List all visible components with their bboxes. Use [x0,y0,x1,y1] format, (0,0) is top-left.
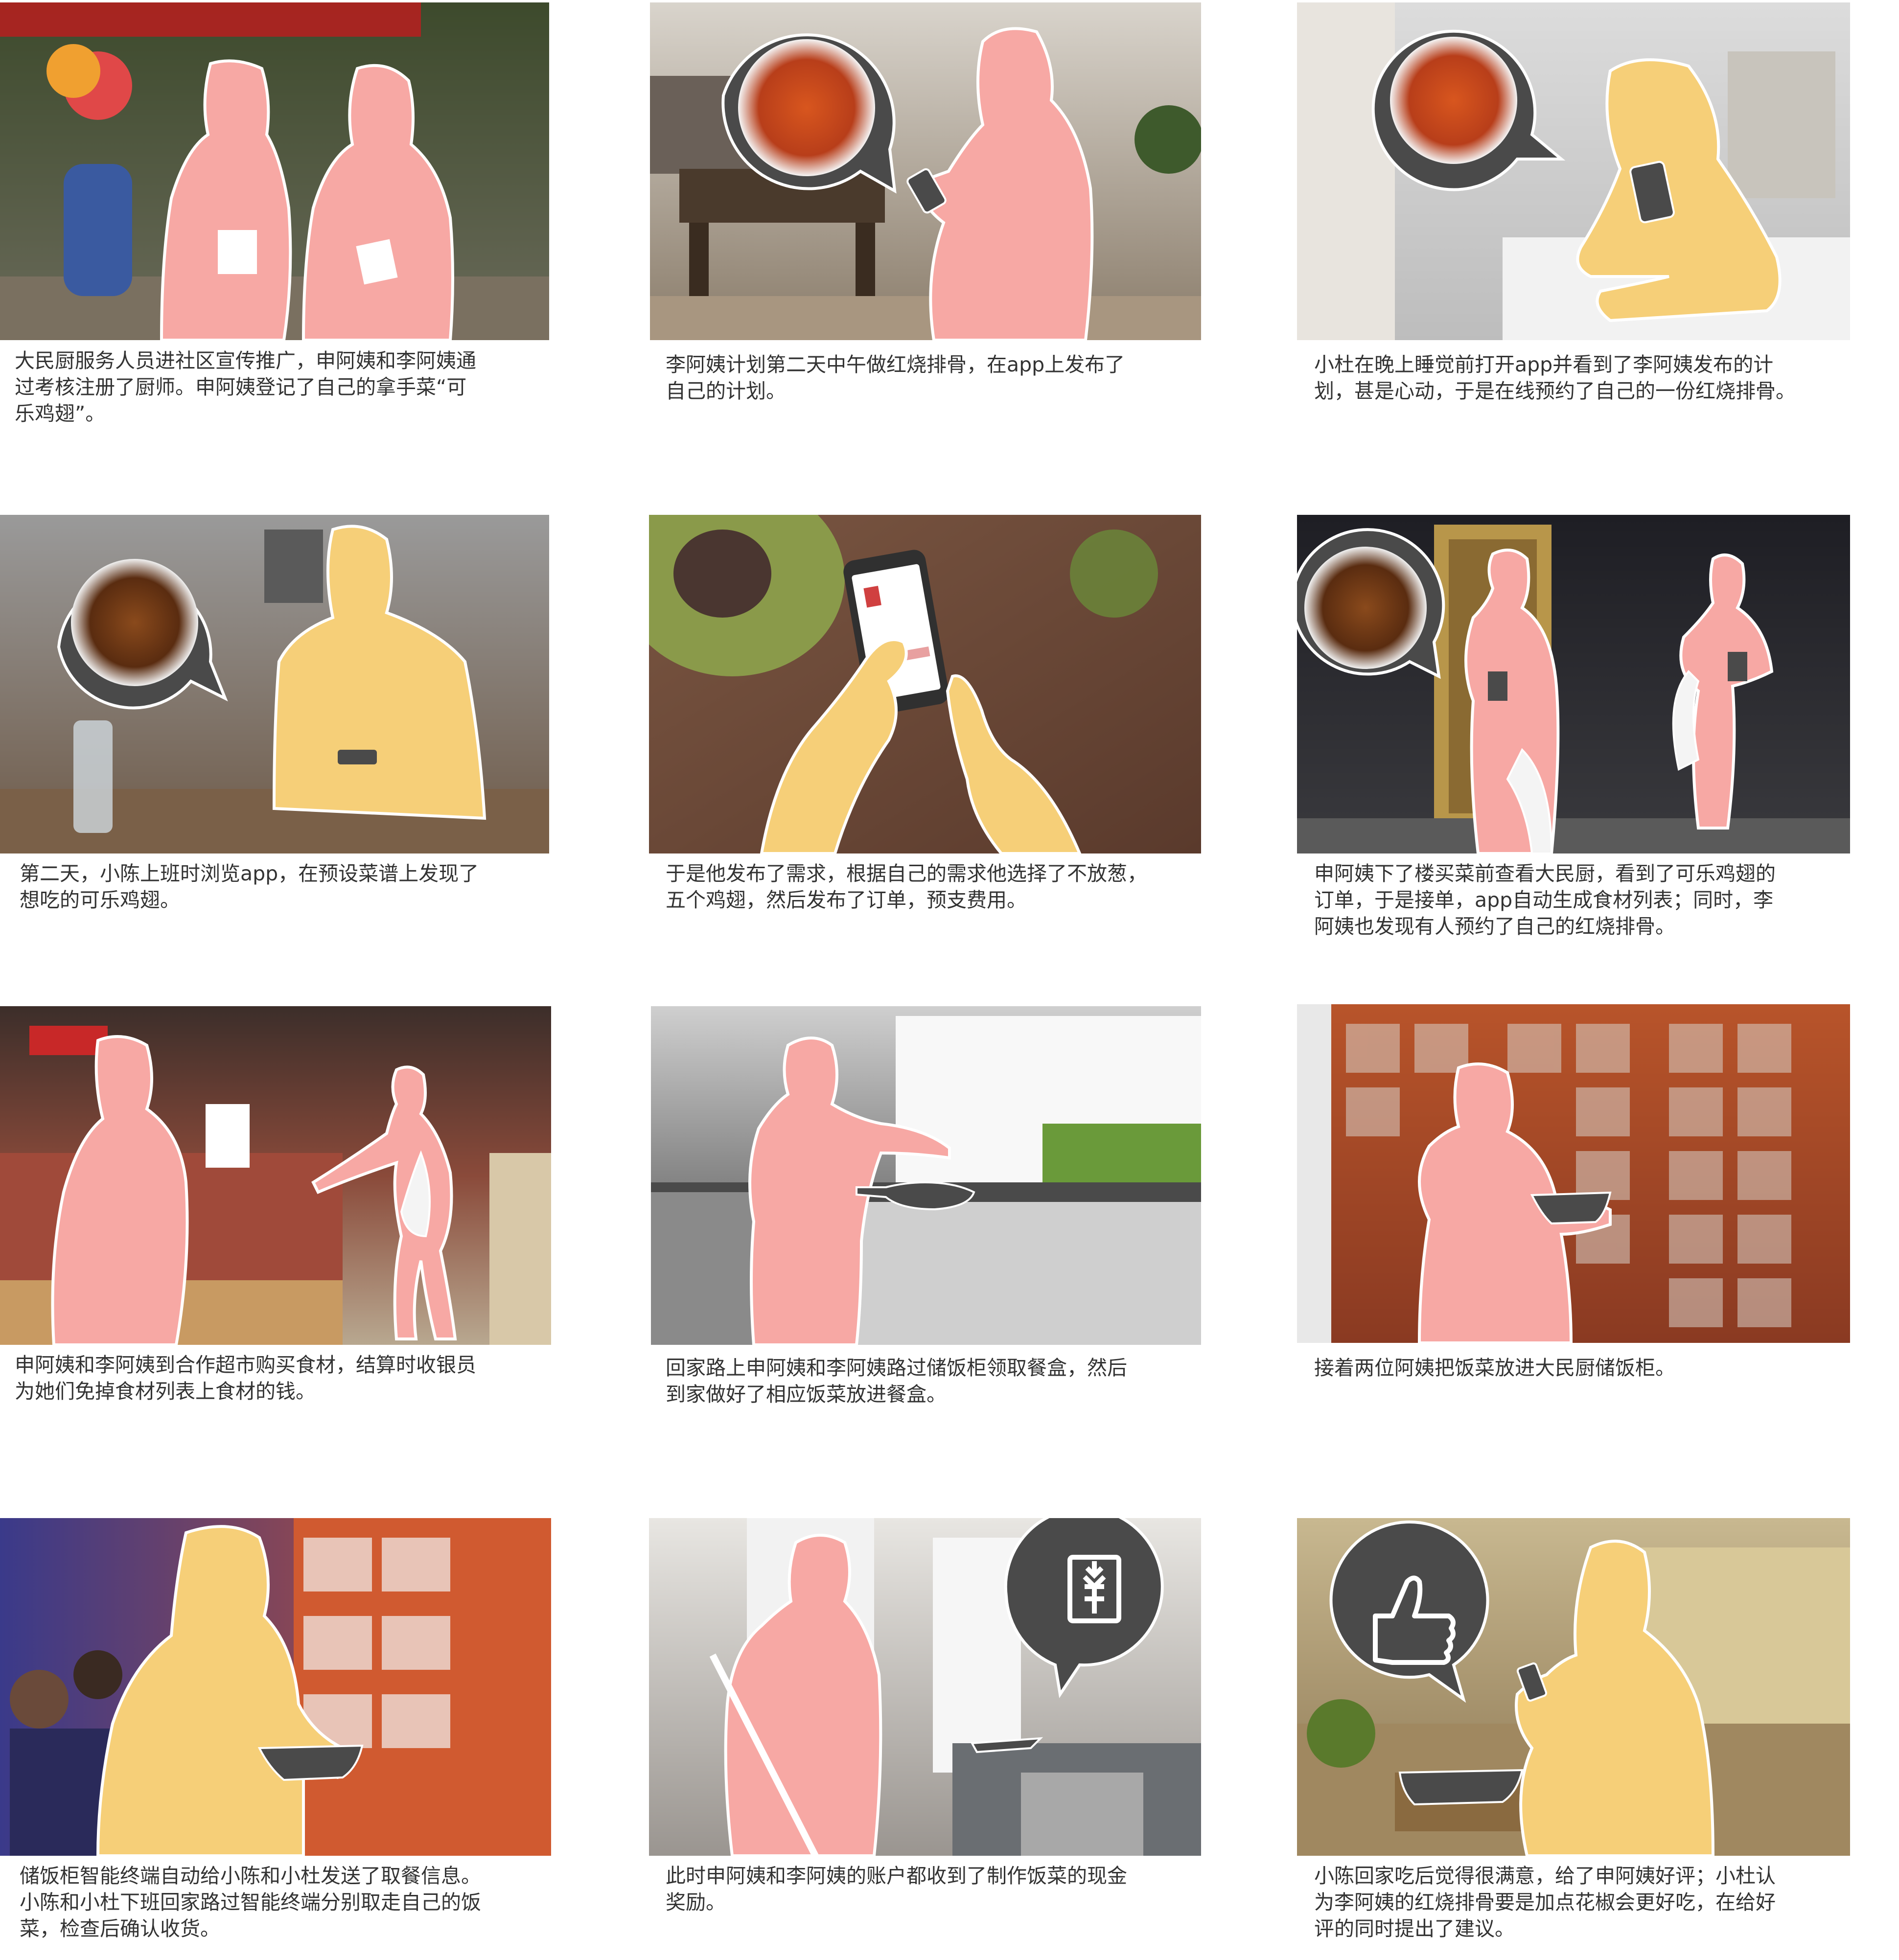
panel-caption: 接着两位阿姨把饭菜放进大民厨储饭柜。 [1314,1356,1675,1380]
panel-caption: 申阿姨下了楼买菜前查看大民厨，看到了可乐鸡翅的 订单，于是接单，app自动生成食… [1314,862,1776,938]
scene-3-bedroom-booking [1297,2,1850,340]
scene-7-supermarket [0,1006,551,1345]
scene-6-accepting-order [1297,515,1850,853]
scene-12-review [1297,1518,1850,1856]
phone-icon [1488,671,1507,701]
panel-caption: 大民厨服务人员进社区宣传推广，申阿姨和李阿姨通 过考核注册了厨师。申阿姨登记了自… [15,349,476,425]
panel-caption: 此时申阿姨和李阿姨的账户都收到了制作饭菜的现金 奖励。 [666,1864,1127,1914]
phone-icon [1728,652,1747,681]
scene-10-smart-terminal-pickup [0,1518,551,1856]
scene-11-cash-reward [649,1518,1201,1856]
phone-icon [338,750,377,764]
flyer-icon [218,230,257,274]
panel-caption: 小陈回家吃后觉得很满意，给了申阿姨好评；小杜认 为李阿姨的红烧排骨要是加点花椒会… [1314,1864,1776,1940]
braised-ribs-dish-icon [738,39,875,176]
scene-8-kitchen-cooking [651,1006,1201,1345]
panel-caption: 申阿姨和李阿姨到合作超市购买食材，结算时收银员 为她们免掉食材列表上食材的钱。 [15,1353,476,1403]
cola-chicken-wings-dish-icon [1304,547,1427,669]
lunch-box-icon [1398,1769,1524,1806]
cola-chicken-wings-dish-icon [71,559,198,686]
scene-5-placing-order [649,515,1201,853]
panel-caption: 储饭柜智能终端自动给小陈和小杜发送了取餐信息。 小陈和小杜下班回家路过智能终端分… [20,1864,481,1940]
panel-caption: 李阿姨计划第二天中午做红烧排骨，在app上发布了 自己的计划。 [666,353,1125,403]
braised-ribs-dish-icon [1390,37,1517,164]
scene-1-community-promotion [0,2,549,340]
scene-9-storage-locker [1297,1004,1850,1343]
panel-caption: 第二天，小陈上班时浏览app，在预设菜谱上发现了 想吃的可乐鸡翅。 [20,862,479,912]
panel-caption: 小杜在晚上睡觉前打开app并看到了李阿姨发布的计 划，甚是心动，于是在线预约了自… [1314,353,1796,403]
scene-4-office-browsing [0,515,549,853]
scene-2-living-room-plan [650,2,1201,340]
panel-caption: 回家路上申阿姨和李阿姨路过储饭柜领取餐盒，然后 到家做好了相应饭菜放进餐盒。 [666,1356,1127,1406]
panel-caption: 于是他发布了需求，根据自己的需求他选择了不放葱， 五个鸡翅，然后发布了订单，预支… [666,862,1147,912]
